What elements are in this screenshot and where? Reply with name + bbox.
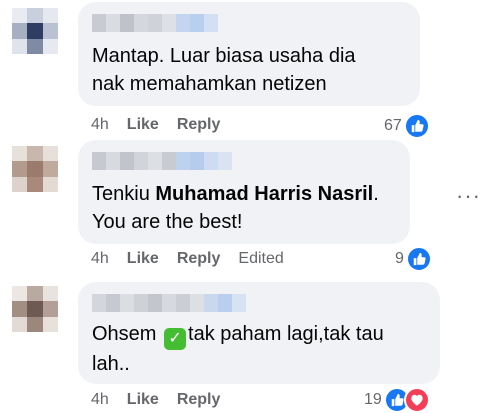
comment-text: Tenkiu Muhamad Harris Nasril. You are th… [92, 180, 392, 236]
text-before-mention: Tenkiu [92, 183, 156, 205]
avatar[interactable] [12, 146, 58, 192]
comment-text: Ohsem ✓ tak paham lagi,tak tau lah.. [92, 320, 412, 378]
timestamp[interactable]: 4h [91, 391, 109, 409]
comment-bubble: Mantap. Luar biasa usaha dia nak memaham… [78, 2, 420, 106]
like-icon [403, 113, 430, 139]
more-options-icon[interactable]: ··· [456, 183, 481, 209]
reaction-count: 67 [384, 117, 402, 134]
like-button[interactable]: Like [127, 391, 159, 409]
reply-button[interactable]: Reply [177, 391, 221, 409]
reply-button[interactable]: Reply [177, 250, 221, 268]
edited-label: Edited [238, 250, 284, 267]
comment-bubble: Tenkiu Muhamad Harris Nasril. You are th… [78, 140, 410, 244]
reaction-count: 9 [395, 250, 404, 267]
check-mark-emoji: ✓ [164, 328, 187, 350]
reply-button[interactable]: Reply [177, 116, 221, 134]
text-before-emoji: Ohsem [92, 323, 163, 345]
reaction-count: 19 [364, 391, 382, 408]
timestamp[interactable]: 4h [91, 116, 109, 134]
comment-actions: 4h Like Reply [91, 391, 220, 409]
like-button[interactable]: Like [127, 250, 159, 268]
comment-bubble: Ohsem ✓ tak paham lagi,tak tau lah.. [78, 282, 440, 384]
avatar[interactable] [12, 8, 58, 54]
comment-actions: 4h Like Reply [91, 116, 220, 134]
author-name-blurred[interactable] [92, 14, 218, 32]
love-icon [403, 387, 430, 413]
reaction-summary[interactable]: 9 [395, 246, 432, 272]
author-name-blurred[interactable] [92, 294, 246, 312]
like-button[interactable]: Like [127, 116, 159, 134]
timestamp[interactable]: 4h [91, 250, 109, 268]
reaction-summary[interactable]: 67 [384, 113, 430, 139]
mention-link[interactable]: Muhamad Harris Nasril [155, 183, 373, 205]
reaction-summary[interactable]: 19 [364, 387, 430, 413]
avatar[interactable] [12, 286, 58, 332]
comment-text: Mantap. Luar biasa usaha dia nak memaham… [92, 45, 356, 95]
author-name-blurred[interactable] [92, 152, 232, 170]
like-icon [405, 246, 432, 272]
comment-actions: 4h Like Reply Edited [91, 250, 284, 268]
